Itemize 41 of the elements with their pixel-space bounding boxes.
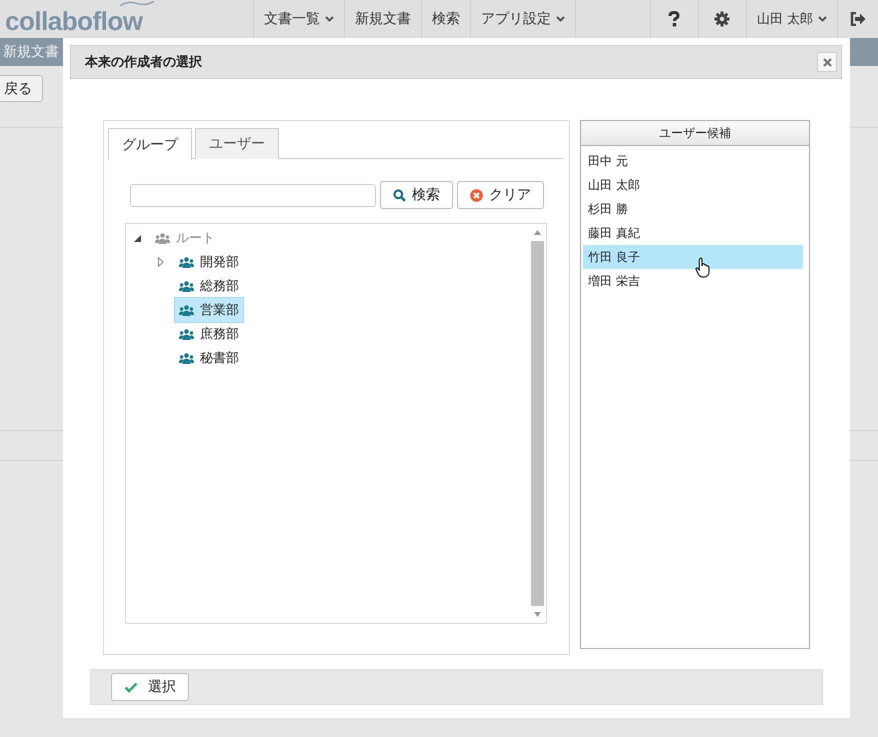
close-button[interactable] xyxy=(817,52,837,72)
tree-node[interactable]: ルート xyxy=(150,225,220,251)
candidate-item[interactable]: 山田 太郎 xyxy=(583,173,803,197)
scroll-down-icon[interactable] xyxy=(534,612,541,617)
expanded-icon[interactable] xyxy=(134,234,141,242)
tab[interactable]: グループ xyxy=(108,128,192,160)
candidate-item[interactable]: 杉田 勝 xyxy=(583,197,803,221)
candidate-header: ユーザー候補 xyxy=(581,121,809,146)
help-icon xyxy=(668,11,680,27)
tab[interactable]: ユーザー xyxy=(195,128,279,159)
people-icon xyxy=(179,280,194,292)
search-button[interactable]: 検索 xyxy=(380,181,453,209)
tree-node[interactable]: 総務部 xyxy=(174,273,244,299)
logout-icon xyxy=(850,12,866,26)
tree-node[interactable]: 営業部 xyxy=(174,297,244,323)
clear-icon xyxy=(470,188,483,202)
hand-cursor-icon xyxy=(695,257,711,278)
people-icon xyxy=(155,232,170,244)
check-icon xyxy=(124,682,138,692)
candidate-item[interactable]: 田中 元 xyxy=(583,149,803,173)
tree-node[interactable]: 庶務部 xyxy=(174,321,244,347)
logo: collaboflow xyxy=(5,7,142,35)
tree-node[interactable]: 開発部 xyxy=(174,249,244,275)
candidate-item[interactable]: 藤田 真紀 xyxy=(583,221,803,245)
people-icon xyxy=(179,256,194,268)
search-field[interactable] xyxy=(130,184,376,206)
dialog-title: 本来の作成者の選択 xyxy=(85,54,202,71)
scroll-up-icon[interactable] xyxy=(534,230,541,235)
people-icon xyxy=(179,304,194,316)
clear-button[interactable]: クリア xyxy=(457,181,544,209)
page-title: 新規文書 xyxy=(3,43,59,61)
candidate-item[interactable]: 増田 栄吉 xyxy=(583,269,803,293)
settings-icon xyxy=(714,11,730,27)
search-icon xyxy=(393,188,406,202)
back-button[interactable]: 戻る xyxy=(0,75,43,102)
collapsed-icon[interactable] xyxy=(158,257,164,267)
select-button[interactable]: 選択 xyxy=(111,673,189,701)
close-icon xyxy=(822,58,832,66)
people-icon xyxy=(179,328,194,340)
tree-node[interactable]: 秘書部 xyxy=(174,345,244,371)
people-icon xyxy=(179,352,194,364)
